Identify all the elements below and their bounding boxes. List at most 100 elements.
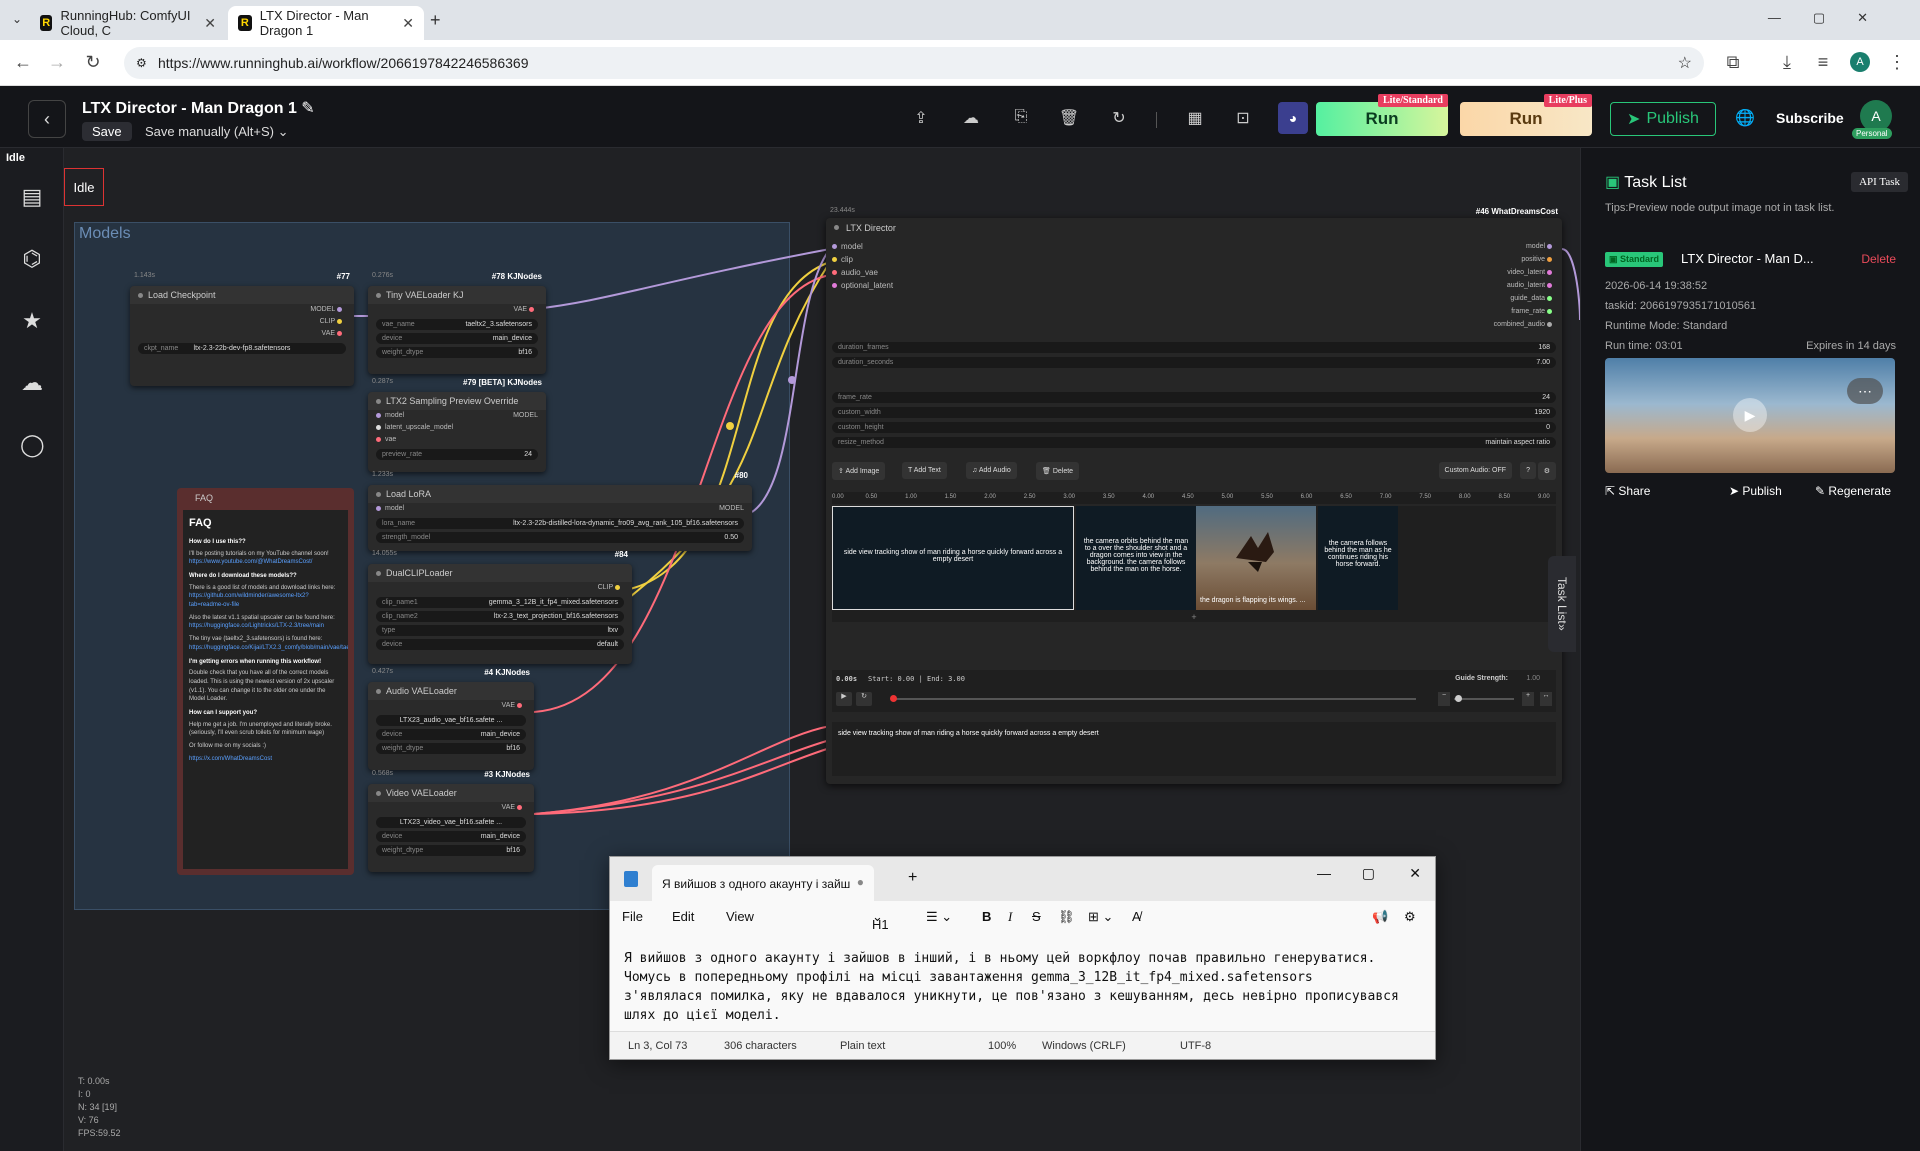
- output-vae[interactable]: VAE: [368, 802, 534, 814]
- table-icon[interactable]: ⊞ ⌄: [1088, 909, 1113, 925]
- node-title[interactable]: Load Checkpoint: [130, 286, 354, 304]
- duration-seconds-widget[interactable]: duration_seconds 7.00: [832, 357, 1556, 368]
- faq-note-node[interactable]: FAQ FAQ How do I use this?? I'll be post…: [177, 488, 354, 875]
- weight-dtype-widget[interactable]: weight_dtype bf16: [376, 743, 526, 754]
- timeline-clip-1[interactable]: side view tracking show of man riding a …: [832, 506, 1074, 610]
- guide-strength-slider[interactable]: [1454, 698, 1514, 700]
- output-video-latent[interactable]: video_latent: [1494, 266, 1556, 279]
- node-title[interactable]: Tiny VAELoader KJ: [368, 286, 546, 304]
- output-clip[interactable]: CLIP: [130, 316, 354, 328]
- vae-name-widget[interactable]: LTX23_audio_vae_bf16.safete ...: [376, 715, 526, 726]
- input-vae[interactable]: vae: [368, 434, 546, 446]
- menu-file[interactable]: File: [622, 909, 643, 924]
- faq-link[interactable]: https://www.youtube.com/@WhatDreamsCost/: [189, 558, 342, 567]
- strength-model-widget[interactable]: strength_model 0.50: [376, 532, 744, 543]
- faq-link[interactable]: https://huggingface.co/Kijai/LTX2.3_comf…: [189, 644, 348, 653]
- sampling-preview-node[interactable]: 0.287s #79 [BETA] KJNodes LTX2 Sampling …: [368, 378, 546, 472]
- share-button[interactable]: ⇱ Share: [1605, 484, 1650, 498]
- vae-name-widget[interactable]: vae_name taeltx2_3.safetensors: [376, 319, 538, 330]
- add-image-button[interactable]: ⇪ Add Image: [832, 462, 886, 480]
- output-vae[interactable]: VAE: [368, 304, 546, 316]
- output-vae[interactable]: VAE: [130, 328, 354, 340]
- ltx-director-node[interactable]: 23.444s #46 WhatDreamsCost LTX Director …: [826, 207, 1562, 784]
- api-task-button[interactable]: API Task: [1851, 172, 1908, 192]
- heading-dropdown[interactable]: H1 ⌄: [872, 909, 889, 932]
- weight-dtype-widget[interactable]: weight_dtype bf16: [376, 845, 526, 856]
- output-model[interactable]: model: [1494, 240, 1556, 253]
- device-widget[interactable]: device main_device: [376, 729, 526, 740]
- bold-icon[interactable]: B: [982, 909, 991, 924]
- node-title[interactable]: LTX2 Sampling Preview Override: [368, 392, 546, 410]
- input-audio-vae[interactable]: audio_vae: [832, 266, 893, 279]
- play-button[interactable]: ▶: [836, 692, 852, 706]
- settings-icon[interactable]: ⚙: [1404, 909, 1416, 925]
- input-model[interactable]: model MODEL: [368, 410, 546, 422]
- node-title[interactable]: FAQ: [195, 493, 213, 503]
- menu-view[interactable]: View: [726, 909, 754, 924]
- notepad-tab[interactable]: Я вийшов з одного акаунту і зайш ●: [652, 865, 874, 901]
- device-widget[interactable]: device main_device: [376, 333, 538, 344]
- custom-width-widget[interactable]: custom_width 1920: [832, 407, 1556, 418]
- output-clip[interactable]: CLIP: [368, 582, 632, 594]
- timeline-clip-3-image[interactable]: the dragon is flapping its wings. ...: [1196, 506, 1316, 610]
- output-positive[interactable]: positive: [1494, 253, 1556, 266]
- device-widget[interactable]: device default: [376, 639, 624, 650]
- node-title[interactable]: LTX Director: [826, 218, 1562, 238]
- playhead-dot[interactable]: [890, 695, 897, 702]
- prompt-textarea[interactable]: side view tracking show of man riding a …: [832, 722, 1556, 776]
- input-model[interactable]: model MODEL: [368, 503, 752, 515]
- maximize-button[interactable]: ▢: [1362, 865, 1375, 882]
- loop-button[interactable]: ↻: [856, 692, 872, 706]
- faq-link[interactable]: https://x.com/WhatDreamsCost: [189, 755, 342, 764]
- video-vae-loader-node[interactable]: 0.568s #3 KJNodes Video VAELoader VAE LT…: [368, 770, 534, 872]
- custom-audio-toggle[interactable]: Custom Audio: OFF: [1438, 462, 1512, 479]
- close-button[interactable]: ✕: [1409, 865, 1421, 882]
- ckpt-name-widget[interactable]: ckpt_name ltx-2.3-22b-dev-fp8.safetensors: [138, 343, 346, 354]
- preview-rate-widget[interactable]: preview_rate 24: [376, 449, 538, 460]
- link-icon[interactable]: ⛓: [1058, 909, 1075, 925]
- timeline-track[interactable]: side view tracking show of man riding a …: [832, 506, 1556, 622]
- strikethrough-icon[interactable]: S: [1032, 909, 1041, 924]
- faq-link[interactable]: https://github.com/wildminder/awesome-lt…: [189, 592, 342, 609]
- node-title[interactable]: DualCLIPLoader: [368, 564, 632, 582]
- clear-format-icon[interactable]: A̸: [1132, 909, 1141, 924]
- add-track-button[interactable]: +: [832, 612, 1556, 622]
- output-combined-audio[interactable]: combined_audio: [1494, 318, 1556, 331]
- guide-minus-button[interactable]: −: [1438, 692, 1450, 706]
- input-model[interactable]: model: [832, 240, 893, 253]
- more-options-icon[interactable]: ⋯: [1847, 378, 1883, 404]
- node-title[interactable]: Video VAELoader: [368, 784, 534, 802]
- menu-edit[interactable]: Edit: [672, 909, 694, 924]
- add-audio-button[interactable]: ♫ Add Audio: [966, 462, 1017, 479]
- clip-name2-widget[interactable]: clip_name2 ltx-2.3_text_projection_bf16.s…: [376, 611, 624, 622]
- notepad-window[interactable]: Я вийшов з одного акаунту і зайш ● + — ▢ …: [609, 856, 1436, 1060]
- duration-frames-widget[interactable]: duration_frames 168: [832, 342, 1556, 353]
- task-delete-button[interactable]: Delete: [1861, 252, 1896, 266]
- timeline-clip-2[interactable]: the camera orbits behind the man to a ov…: [1076, 506, 1196, 610]
- list-icon[interactable]: ☰ ⌄: [926, 909, 952, 925]
- input-optional-latent[interactable]: optional_latent: [832, 279, 893, 292]
- help-button[interactable]: ?: [1520, 462, 1536, 479]
- notepad-editor[interactable]: Я вийшов з одного акаунту і зайшов в інш…: [610, 933, 1435, 1033]
- task-video-thumbnail[interactable]: ▶ ⋯: [1605, 358, 1895, 473]
- scrub-bar[interactable]: [894, 698, 1416, 700]
- lora-name-widget[interactable]: lora_name ltx-2.3-22b-distilled-lora-dyna…: [376, 518, 744, 529]
- tiny-vae-loader-node[interactable]: 0.276s #78 KJNodes Tiny VAELoader KJ VAE…: [368, 272, 546, 374]
- guide-plus-button[interactable]: +: [1522, 692, 1534, 706]
- node-title[interactable]: Load LoRA: [368, 485, 752, 503]
- input-clip[interactable]: clip: [832, 253, 893, 266]
- output-audio-latent[interactable]: audio_latent: [1494, 279, 1556, 292]
- node-title[interactable]: Audio VAELoader: [368, 682, 534, 700]
- weight-dtype-widget[interactable]: weight_dtype bf16: [376, 347, 538, 358]
- vae-name-widget[interactable]: LTX23_video_vae_bf16.safete ...: [376, 817, 526, 828]
- copilot-icon[interactable]: 📢: [1372, 909, 1388, 925]
- frame-rate-widget[interactable]: frame_rate 24: [832, 392, 1556, 403]
- settings-icon[interactable]: ⚙: [1537, 462, 1556, 480]
- faq-link[interactable]: https://huggingface.co/Lightricks/LTX-2.…: [189, 622, 342, 631]
- expand-icon[interactable]: ↔: [1540, 692, 1552, 706]
- output-guide-data[interactable]: guide_data: [1494, 292, 1556, 305]
- custom-height-widget[interactable]: custom_height 0: [832, 422, 1556, 433]
- device-widget[interactable]: device main_device: [376, 831, 526, 842]
- task-list-side-tab[interactable]: Task List »: [1548, 556, 1576, 652]
- guide-slider-handle[interactable]: [1455, 695, 1462, 702]
